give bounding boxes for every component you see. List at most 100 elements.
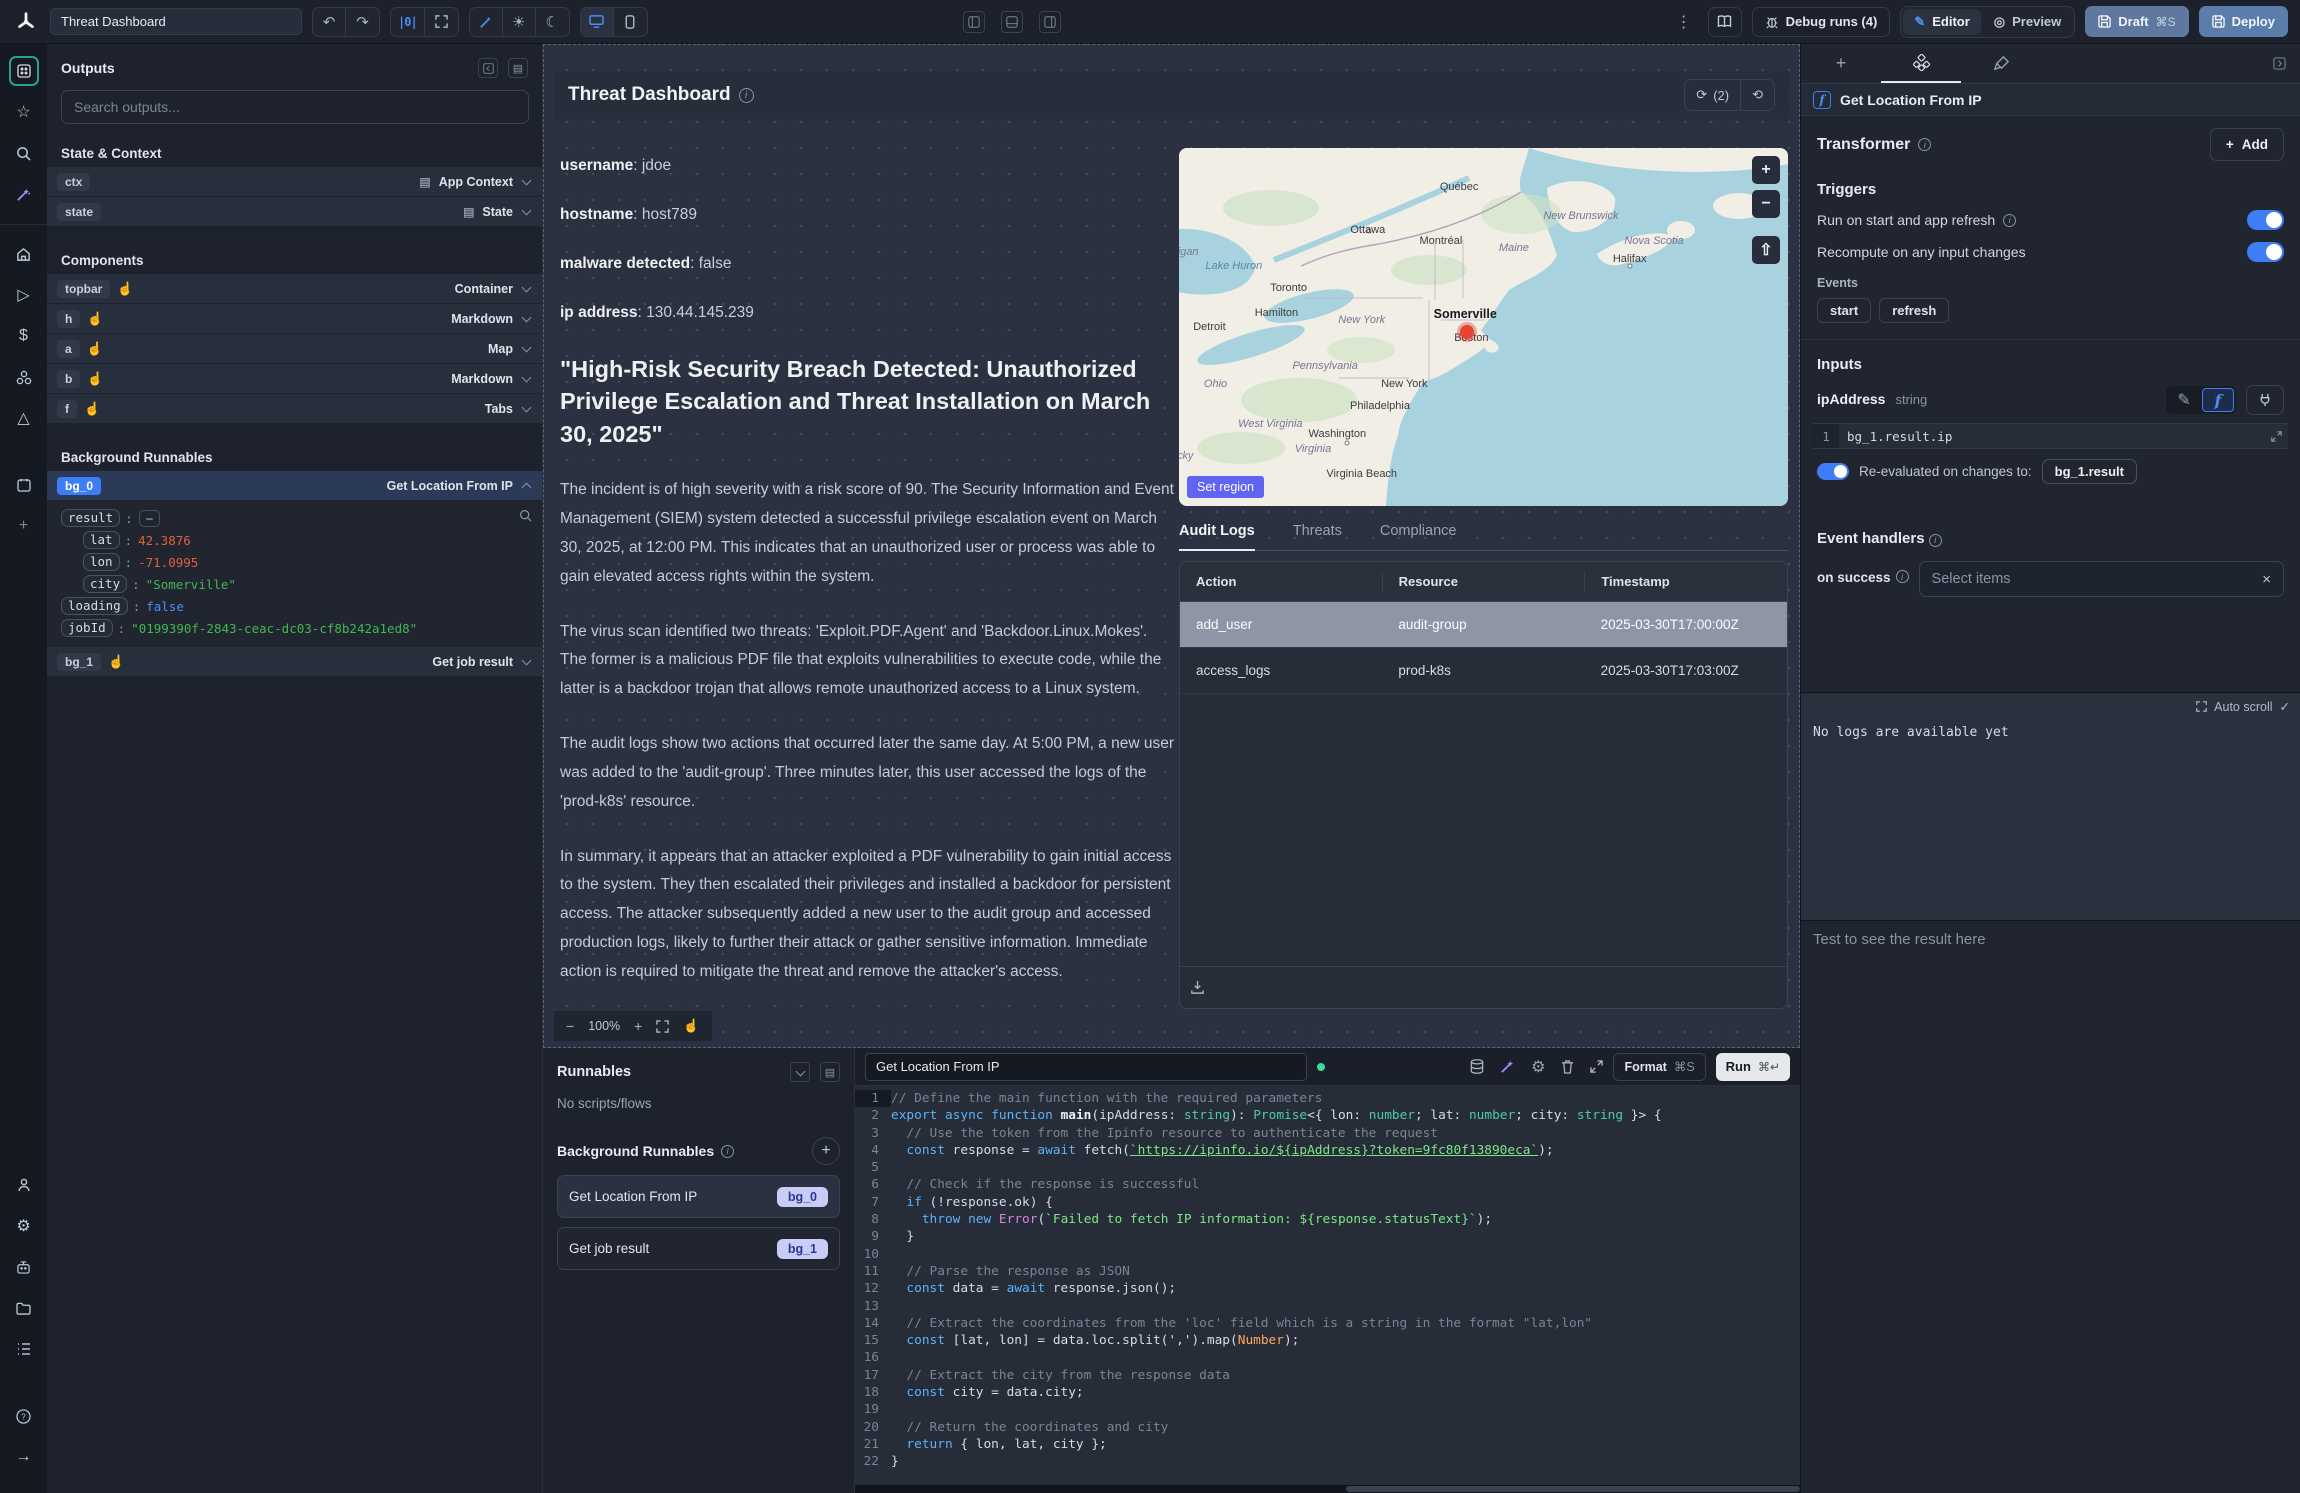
background-runnable-item[interactable]: Get job resultbg_1 (557, 1227, 840, 1270)
map-component[interactable]: QuébecOttawaMontréalNew BrunswickNova Sc… (1179, 148, 1788, 506)
preview-tab[interactable]: ◎ Preview (1983, 9, 2073, 35)
code-editor[interactable]: 1// Define the main function with the re… (855, 1086, 1800, 1485)
settings-components-tab[interactable] (1881, 44, 1961, 83)
table-row[interactable]: access_logsprod-k8s2025-03-30T17:03:00Z (1180, 648, 1787, 694)
runs-play-icon[interactable]: ▷ (9, 280, 39, 310)
ai-wand-icon[interactable] (9, 179, 39, 209)
doc-list-icon[interactable]: ▤ (508, 58, 528, 78)
add-transformer-button[interactable]: + Add (2210, 128, 2284, 161)
workers-robot-icon[interactable] (9, 1252, 39, 1282)
component-row[interactable]: h☝Markdown (47, 304, 542, 334)
mobile-view-icon[interactable] (614, 7, 647, 37)
home-icon[interactable] (9, 239, 39, 269)
tab-compliance[interactable]: Compliance (1380, 514, 1457, 550)
on-success-select[interactable]: Select items × (1919, 561, 2284, 597)
collapse-rail-arrow-icon[interactable]: → (9, 1442, 39, 1472)
logs-list-icon[interactable] (9, 1334, 39, 1364)
more-menu-icon[interactable]: ⋮ (1670, 12, 1698, 32)
outputs-search-input[interactable] (61, 90, 529, 124)
user-icon[interactable] (9, 1170, 39, 1200)
editor-tab[interactable]: ✎ Editor (1903, 9, 1980, 35)
help-icon[interactable]: ? (9, 1401, 39, 1431)
expand-editor-icon[interactable] (1590, 1060, 1603, 1073)
json-row[interactable]: result:− (47, 507, 542, 529)
horizontal-scrollbar[interactable] (855, 1485, 1800, 1493)
column-header[interactable]: Timestamp (1584, 573, 1787, 591)
collapse-panel-icon[interactable] (478, 58, 498, 78)
insert-component-tab[interactable]: + (1801, 44, 1881, 83)
collapse-sidebar-icon[interactable] (2259, 44, 2300, 83)
json-value[interactable]: − (139, 510, 161, 527)
zoom-out-icon[interactable]: − (566, 1018, 574, 1034)
doc-list-icon[interactable]: ▤ (820, 1062, 840, 1082)
calendar-icon[interactable] (9, 470, 39, 500)
map-zoom-out-button[interactable]: − (1752, 190, 1780, 218)
clear-select-icon[interactable]: × (2262, 571, 2271, 588)
background-runnable-item[interactable]: Get Location From IPbg_0 (557, 1175, 840, 1218)
tab-threats[interactable]: Threats (1293, 514, 1342, 550)
table-row[interactable]: add_useraudit-group2025-03-30T17:00:00Z (1180, 602, 1787, 648)
grid-compact-icon[interactable]: |0| (391, 7, 425, 37)
schedules-prism-icon[interactable]: △ (9, 403, 39, 433)
add-background-runnable-button[interactable]: + (812, 1137, 840, 1165)
editor-settings-gear-icon[interactable]: ⚙ (1531, 1057, 1545, 1077)
zoom-in-icon[interactable]: + (634, 1018, 642, 1034)
json-row[interactable]: jobId:"0199390f-2843-ceac-dc03-cf8b242a1… (47, 617, 542, 639)
column-header[interactable]: Resource (1382, 573, 1585, 591)
bg1-output-row[interactable]: bg_1☝ Get job result (47, 647, 542, 677)
set-region-button[interactable]: Set region (1187, 476, 1264, 498)
apps-icon[interactable] (9, 56, 39, 86)
database-icon[interactable] (1470, 1059, 1484, 1074)
debug-runs-button[interactable]: Debug runs (4) (1752, 7, 1891, 37)
component-row[interactable]: topbar☝Container (47, 274, 542, 304)
download-icon[interactable] (1190, 980, 1205, 995)
bg0-output-row[interactable]: bg_0 Get Location From IP (47, 471, 542, 501)
expr-function-icon[interactable]: f (2202, 388, 2234, 412)
recompute-history-button[interactable]: ⟲ (1741, 80, 1774, 110)
run-button[interactable]: Run⌘↵ (1716, 1053, 1790, 1081)
light-theme-icon[interactable]: ☀ (503, 7, 536, 37)
component-row[interactable]: a☝Map (47, 334, 542, 364)
desktop-view-icon[interactable] (581, 7, 614, 37)
json-row[interactable]: loading:false (47, 595, 542, 617)
runnable-name-input[interactable] (865, 1053, 1307, 1081)
json-search-icon[interactable] (519, 509, 532, 522)
panel-right-toggle-icon[interactable] (1039, 11, 1061, 33)
docs-book-icon[interactable] (1708, 7, 1742, 37)
component-row[interactable]: f☝Tabs (47, 394, 542, 424)
refresh-app-button[interactable]: ⟳ (2) (1685, 80, 1741, 110)
run-on-start-toggle[interactable] (2247, 210, 2284, 230)
search-icon[interactable] (9, 138, 39, 168)
reevaluate-target-pill[interactable]: bg_1.result (2042, 459, 2137, 484)
ai-assist-wand-icon[interactable] (1500, 1059, 1515, 1074)
json-row[interactable]: lon:-71.0995 (47, 551, 542, 573)
collapse-drawer-icon[interactable] (790, 1062, 810, 1082)
json-row[interactable]: city:"Somerville" (47, 573, 542, 595)
fit-view-icon[interactable] (656, 1020, 669, 1033)
add-plus-icon[interactable]: + (9, 511, 39, 541)
undo-button[interactable]: ↶ (313, 7, 346, 37)
auto-scroll-checkbox[interactable]: ✓ (2280, 699, 2290, 714)
connect-plug-icon[interactable] (2246, 385, 2284, 415)
pan-hand-icon[interactable]: ☝ (683, 1018, 699, 1034)
json-row[interactable]: lat:42.3876 (47, 529, 542, 551)
redo-button[interactable]: ↷ (346, 7, 379, 37)
app-canvas[interactable]: Threat Dashboard i ⟳ (2) ⟲ username: jdo… (543, 44, 1800, 1048)
expand-expression-icon[interactable] (2271, 431, 2282, 442)
context-row[interactable]: ctx▤App Context (47, 167, 542, 197)
draft-button[interactable]: Draft⌘S (2085, 6, 2188, 37)
panel-bottom-toggle-icon[interactable] (1001, 11, 1023, 33)
map-locate-button[interactable]: ⇧ (1752, 236, 1780, 264)
tab-audit-logs[interactable]: Audit Logs (1179, 514, 1255, 551)
reevaluate-toggle[interactable] (1817, 463, 1849, 480)
recompute-toggle[interactable] (2247, 242, 2284, 262)
selected-runnable-header[interactable]: f Get Location From IP (1801, 84, 2300, 116)
app-topbar-component[interactable]: Threat Dashboard i ⟳ (2) ⟲ (554, 71, 1789, 119)
magic-theme-icon[interactable] (470, 7, 503, 37)
expand-canvas-icon[interactable] (425, 7, 458, 37)
folders-icon[interactable] (9, 1293, 39, 1323)
component-row[interactable]: b☝Markdown (47, 364, 542, 394)
expression-editor[interactable]: 1 bg_1.result.ip (1813, 423, 2288, 449)
column-header[interactable]: Action (1180, 573, 1382, 591)
variables-dollar-icon[interactable]: $ (9, 321, 39, 351)
